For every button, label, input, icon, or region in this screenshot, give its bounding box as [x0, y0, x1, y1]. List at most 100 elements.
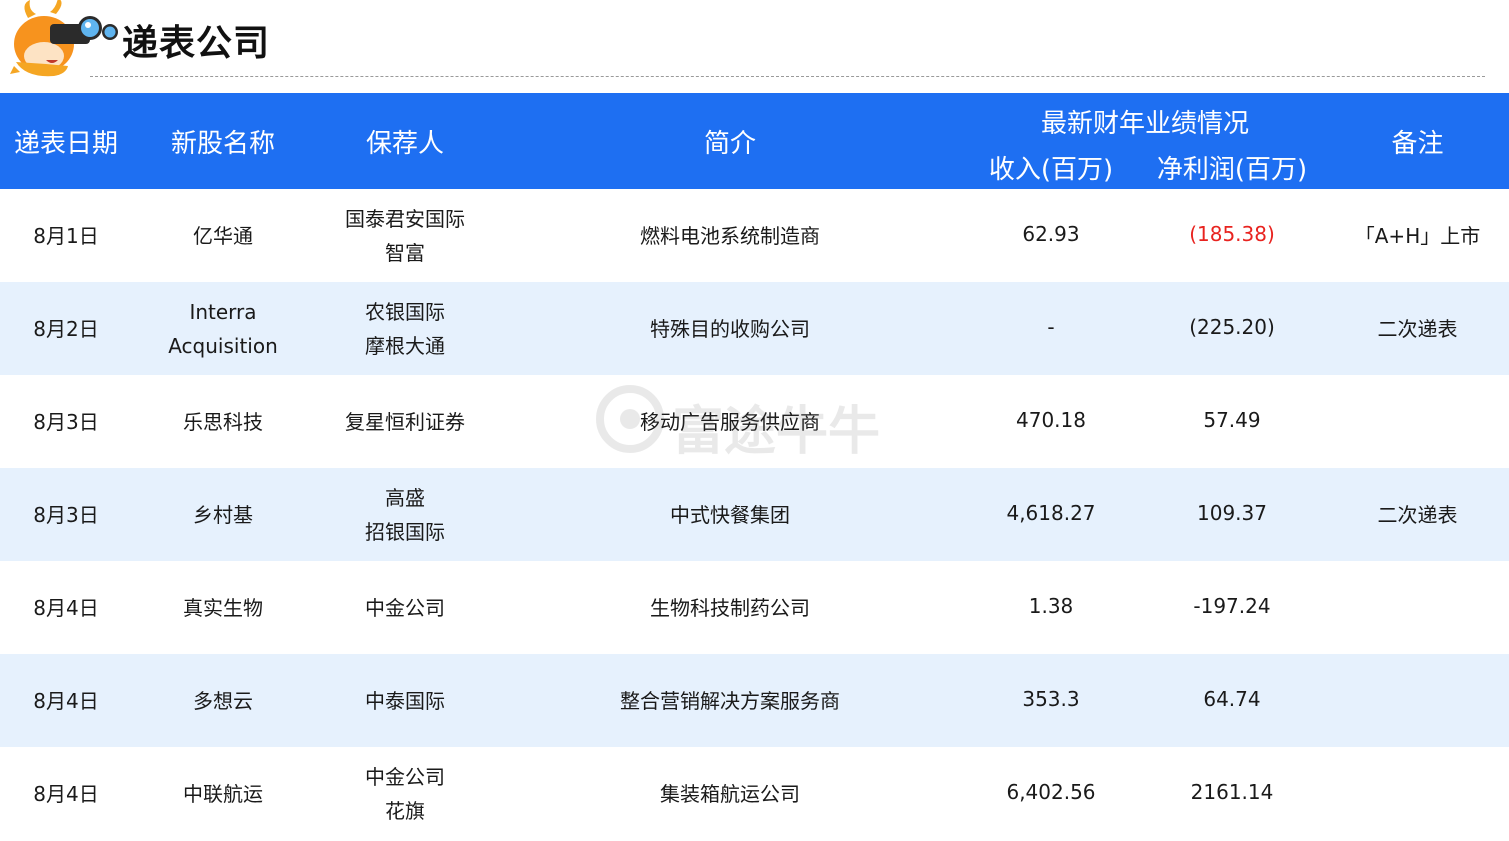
cell-desc: 特殊目的收购公司: [496, 282, 964, 375]
cell-name: Interra Acquisition: [132, 282, 314, 375]
cell-note: 二次递表: [1326, 468, 1509, 561]
sponsor-name: 摩根大通: [365, 333, 445, 358]
cell-note: [1326, 747, 1509, 840]
cell-name: 真实生物: [132, 561, 314, 654]
sponsor-name: 花旗: [385, 798, 425, 823]
date-text: 8月4日: [33, 688, 99, 713]
company-name-line: Acquisition: [168, 333, 278, 358]
sponsor-name: 招银国际: [365, 519, 445, 544]
sponsor-name: 智富: [385, 240, 425, 265]
description-text: 中式快餐集团: [670, 502, 790, 527]
company-name-line: 真实生物: [183, 595, 263, 620]
cell-revenue: 1.38: [964, 561, 1138, 654]
cell-profit: 64.74: [1138, 654, 1326, 747]
date-text: 8月4日: [33, 781, 99, 806]
profit-value: (185.38): [1189, 222, 1275, 246]
revenue-value: 6,402.56: [1006, 780, 1096, 804]
cell-profit: (185.38): [1138, 189, 1326, 282]
sponsor-name: 复星恒利证券: [345, 409, 465, 434]
cell-desc: 整合营销解决方案服务商: [496, 654, 964, 747]
cell-note: [1326, 375, 1509, 468]
cell-name: 乐思科技: [132, 375, 314, 468]
date-text: 8月2日: [33, 316, 99, 341]
profit-value: 64.74: [1203, 687, 1261, 711]
profit-value: (225.20): [1189, 315, 1275, 339]
description-text: 集装箱航运公司: [660, 781, 800, 806]
table-row: 8月1日 亿华通 国泰君安国际 智富 燃料电池系统制造商 62.93 (185.38) 「A+…: [0, 189, 1509, 282]
description-text: 整合营销解决方案服务商: [620, 688, 840, 713]
cell-date: 8月4日: [0, 654, 132, 747]
cell-date: 8月4日: [0, 747, 132, 840]
cell-revenue: 470.18: [964, 375, 1138, 468]
cell-revenue: 62.93: [964, 189, 1138, 282]
cell-note: [1326, 654, 1509, 747]
table-row: 8月4日 中联航运 中金公司 花旗 集装箱航运公司 6,402.56 2161.14: [0, 747, 1509, 840]
sponsor-name: 中金公司: [365, 764, 445, 789]
date-text: 8月1日: [33, 223, 99, 248]
table-row: 8月3日 乐思科技 复星恒利证券 移动广告服务供应商 470.18 57.49: [0, 375, 1509, 468]
cell-date: 8月3日: [0, 468, 132, 561]
revenue-value: 1.38: [1028, 594, 1074, 618]
sponsor-name: 中泰国际: [365, 688, 445, 713]
cell-note: [1326, 561, 1509, 654]
cell-name: 中联航运: [132, 747, 314, 840]
table-row: 8月4日 真实生物 中金公司 生物科技制药公司 1.38 -197.24: [0, 561, 1509, 654]
cell-desc: 移动广告服务供应商: [496, 375, 964, 468]
revenue-value: 470.18: [1016, 408, 1086, 432]
note-text: 二次递表: [1377, 502, 1458, 527]
sponsor-name: 国泰君安国际: [345, 206, 465, 231]
cell-sponsor: 中泰国际: [314, 654, 496, 747]
company-name-line: 乐思科技: [183, 409, 263, 434]
cell-profit: 109.37: [1138, 468, 1326, 561]
cell-sponsor: 国泰君安国际 智富: [314, 189, 496, 282]
company-name-line: 多想云: [193, 688, 253, 713]
description-text: 生物科技制药公司: [650, 595, 810, 620]
cell-desc: 中式快餐集团: [496, 468, 964, 561]
company-name-line: 亿华通: [193, 223, 253, 248]
cell-sponsor: 农银国际 摩根大通: [314, 282, 496, 375]
date-text: 8月3日: [33, 409, 99, 434]
sponsor-name: 高盛: [385, 485, 425, 510]
profit-value: 2161.14: [1190, 780, 1274, 804]
cell-note: 二次递表: [1326, 282, 1509, 375]
cell-name: 多想云: [132, 654, 314, 747]
profit-value: 109.37: [1197, 501, 1267, 525]
profit-value: -197.24: [1193, 594, 1271, 618]
cell-sponsor: 复星恒利证券: [314, 375, 496, 468]
table-header: 递表日期 新股名称 保荐人 简介 最新财年业绩情况 收入(百万) 净利润(百万)…: [0, 93, 1509, 189]
cell-revenue: 353.3: [964, 654, 1138, 747]
note-text: 「A+H」上市: [1354, 223, 1481, 248]
header-sponsor: 保荐人: [365, 128, 444, 159]
cell-profit: -197.24: [1138, 561, 1326, 654]
revenue-value: -: [1047, 315, 1055, 339]
title-divider: [90, 76, 1485, 77]
header-revenue: 收入(百万): [988, 154, 1114, 185]
filings-table: 递表日期 新股名称 保荐人 简介 最新财年业绩情况 收入(百万) 净利润(百万)…: [0, 93, 1509, 840]
header-profit: 净利润(百万): [1156, 154, 1308, 185]
description-text: 燃料电池系统制造商: [640, 223, 820, 248]
table-row: 8月4日 多想云 中泰国际 整合营销解决方案服务商 353.3 64.74: [0, 654, 1509, 747]
cell-note: 「A+H」上市: [1326, 189, 1509, 282]
cell-date: 8月1日: [0, 189, 132, 282]
cell-sponsor: 中金公司: [314, 561, 496, 654]
cell-date: 8月4日: [0, 561, 132, 654]
cell-revenue: 4,618.27: [964, 468, 1138, 561]
revenue-value: 62.93: [1022, 222, 1080, 246]
header-note: 备注: [1391, 128, 1444, 159]
date-text: 8月4日: [33, 595, 99, 620]
cell-date: 8月3日: [0, 375, 132, 468]
page-header: 递表公司: [0, 0, 1509, 92]
bull-mascot-icon: [10, 0, 118, 77]
revenue-value: 353.3: [1022, 687, 1080, 711]
header-performance-group: 最新财年业绩情况: [1040, 108, 1249, 139]
note-text: 二次递表: [1377, 316, 1458, 341]
cell-sponsor: 中金公司 花旗: [314, 747, 496, 840]
cell-name: 亿华通: [132, 189, 314, 282]
sponsor-name: 农银国际: [365, 299, 445, 324]
profit-value: 57.49: [1203, 408, 1261, 432]
sponsor-name: 中金公司: [365, 595, 445, 620]
cell-profit: 57.49: [1138, 375, 1326, 468]
cell-revenue: 6,402.56: [964, 747, 1138, 840]
page-title: 递表公司: [122, 23, 271, 64]
cell-name: 乡村基: [132, 468, 314, 561]
